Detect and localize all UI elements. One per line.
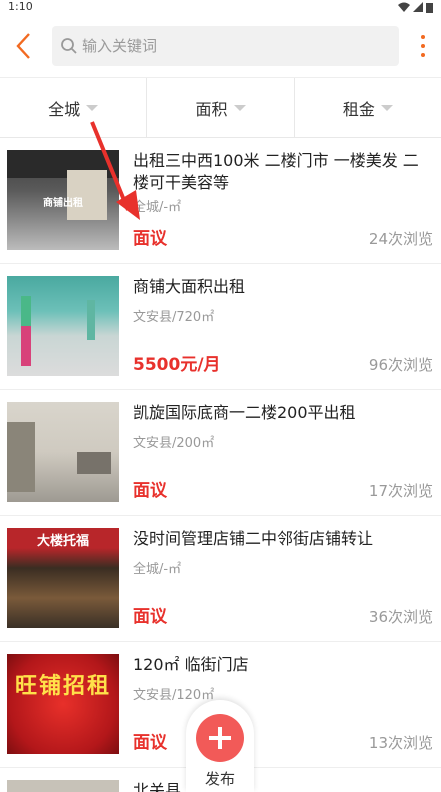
listing-thumbnail [7, 276, 119, 376]
status-time: 1:10 [8, 0, 33, 13]
listing-title: 120㎡ 临街门店 [133, 655, 249, 674]
listing-thumbnail [7, 780, 119, 792]
signal-icon [413, 2, 423, 12]
more-dot-icon [421, 43, 425, 48]
listing-price: 面议 [133, 229, 167, 249]
filter-bar: 全城 面积 租金 [0, 78, 441, 138]
plus-icon [196, 714, 244, 762]
listing-list: 商铺出租 出租三中西100米 二楼门市 一楼美发 二楼可干美容等 全城/-㎡ 面… [0, 138, 441, 792]
top-bar: 输入关键词 [0, 14, 441, 78]
filter-rent[interactable]: 租金 [295, 78, 441, 137]
listing-views: 13次浏览 [368, 734, 433, 752]
listing-views: 24次浏览 [368, 230, 433, 248]
listing-location: 文安县/120㎡ [133, 688, 215, 703]
list-item[interactable]: 商铺出租 出租三中西100米 二楼门市 一楼美发 二楼可干美容等 全城/-㎡ 面… [0, 138, 441, 264]
dropdown-caret-icon [380, 104, 393, 111]
listing-title: 凯旋国际底商一二楼200平出租 [133, 403, 356, 422]
more-dot-icon [421, 34, 425, 39]
publish-button[interactable]: 发布 [186, 700, 254, 792]
listing-location: 文安县/200㎡ [133, 436, 215, 451]
listing-views: 96次浏览 [368, 356, 433, 374]
listing-price: 5500元/月 [133, 355, 221, 375]
listing-location: 全城/-㎡ [133, 562, 182, 577]
dropdown-caret-icon [86, 104, 99, 111]
listing-price: 面议 [133, 481, 167, 501]
filter-size[interactable]: 面积 [147, 78, 295, 137]
listing-title: 商铺大面积出租 [133, 277, 246, 296]
listing-thumbnail: 旺铺招租 [7, 654, 119, 754]
chevron-left-icon [16, 32, 30, 59]
more-dot-icon [421, 52, 425, 57]
listing-title: 没时间管理店铺二中邻街店铺转让 [133, 529, 374, 548]
listing-views: 17次浏览 [368, 482, 433, 500]
wifi-icon [398, 2, 410, 12]
thumbnail-caption: 旺铺招租 [14, 674, 111, 699]
listing-thumbnail: 大楼托福 [7, 528, 119, 628]
listing-location: 全城/-㎡ [133, 200, 182, 215]
back-button[interactable] [8, 26, 38, 66]
listing-price: 面议 [133, 607, 167, 627]
listing-location: 文安县/720㎡ [133, 310, 215, 325]
thumbnail-caption: 商铺出租 [43, 198, 83, 209]
listing-thumbnail: 商铺出租 [7, 150, 119, 250]
listing-price: 面议 [133, 733, 167, 753]
search-placeholder: 输入关键词 [82, 37, 158, 55]
status-icons [398, 0, 433, 14]
search-input[interactable]: 输入关键词 [52, 25, 399, 66]
listing-title: 北关县... 五百平 [133, 781, 249, 792]
list-item[interactable]: 凯旋国际底商一二楼200平出租 文安县/200㎡ 面议 17次浏览 [0, 390, 441, 516]
battery-icon [426, 2, 433, 13]
listing-title: 出租三中西100米 二楼门市 一楼美发 二楼可干美容等 [133, 151, 419, 192]
list-item[interactable]: 大楼托福 没时间管理店铺二中邻街店铺转让 全城/-㎡ 面议 36次浏览 [0, 516, 441, 642]
publish-label: 发布 [204, 770, 235, 788]
status-bar: 1:10 [0, 0, 441, 14]
thumbnail-caption: 大楼托福 [36, 534, 89, 549]
more-menu-button[interactable] [413, 26, 433, 66]
search-icon [61, 37, 77, 54]
dropdown-caret-icon [233, 104, 246, 111]
filter-area[interactable]: 全城 [0, 78, 148, 137]
list-item[interactable]: 商铺大面积出租 文安县/720㎡ 5500元/月 96次浏览 [0, 264, 441, 390]
listing-views: 36次浏览 [368, 608, 433, 626]
listing-thumbnail [7, 402, 119, 502]
